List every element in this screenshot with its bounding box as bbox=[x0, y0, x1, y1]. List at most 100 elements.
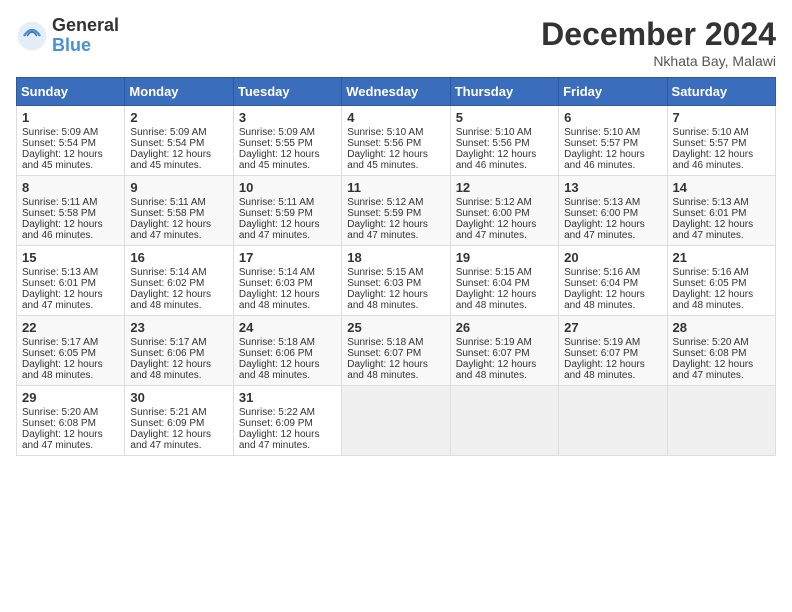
calendar-cell: 25Sunrise: 5:18 AMSunset: 6:07 PMDayligh… bbox=[342, 316, 450, 386]
calendar-week-4: 22Sunrise: 5:17 AMSunset: 6:05 PMDayligh… bbox=[17, 316, 776, 386]
day-info-line: Daylight: 12 hours bbox=[22, 429, 119, 440]
day-info-line: Sunrise: 5:15 AM bbox=[456, 267, 553, 278]
day-number: 2 bbox=[130, 110, 227, 125]
day-number: 16 bbox=[130, 250, 227, 265]
calendar-week-5: 29Sunrise: 5:20 AMSunset: 6:08 PMDayligh… bbox=[17, 386, 776, 456]
day-info-line: Daylight: 12 hours bbox=[347, 359, 444, 370]
day-info-line: Daylight: 12 hours bbox=[130, 429, 227, 440]
day-info-line: Sunset: 6:07 PM bbox=[456, 348, 553, 359]
day-info-line: and 46 minutes. bbox=[22, 230, 119, 241]
day-number: 6 bbox=[564, 110, 661, 125]
day-number: 20 bbox=[564, 250, 661, 265]
day-info-line: and 48 minutes. bbox=[239, 370, 336, 381]
day-info-line: Daylight: 12 hours bbox=[130, 359, 227, 370]
calendar-cell: 9Sunrise: 5:11 AMSunset: 5:58 PMDaylight… bbox=[125, 176, 233, 246]
calendar-cell: 16Sunrise: 5:14 AMSunset: 6:02 PMDayligh… bbox=[125, 246, 233, 316]
logo-general: General bbox=[52, 16, 119, 36]
day-info-line: Sunrise: 5:10 AM bbox=[456, 127, 553, 138]
day-info-line: and 47 minutes. bbox=[673, 370, 770, 381]
day-number: 23 bbox=[130, 320, 227, 335]
day-number: 13 bbox=[564, 180, 661, 195]
day-info-line: and 48 minutes. bbox=[456, 370, 553, 381]
day-info-line: Sunrise: 5:14 AM bbox=[130, 267, 227, 278]
day-info-line: Sunset: 6:06 PM bbox=[130, 348, 227, 359]
day-info-line: and 48 minutes. bbox=[456, 300, 553, 311]
day-number: 26 bbox=[456, 320, 553, 335]
day-info-line: Sunset: 5:58 PM bbox=[22, 208, 119, 219]
day-info-line: and 47 minutes. bbox=[347, 230, 444, 241]
day-info-line: Sunrise: 5:12 AM bbox=[347, 197, 444, 208]
calendar-cell bbox=[667, 386, 775, 456]
day-info-line: Sunset: 6:01 PM bbox=[22, 278, 119, 289]
day-info-line: Sunset: 5:59 PM bbox=[239, 208, 336, 219]
calendar-cell: 13Sunrise: 5:13 AMSunset: 6:00 PMDayligh… bbox=[559, 176, 667, 246]
day-info-line: Sunset: 6:04 PM bbox=[456, 278, 553, 289]
calendar-cell: 28Sunrise: 5:20 AMSunset: 6:08 PMDayligh… bbox=[667, 316, 775, 386]
day-info-line: Sunrise: 5:09 AM bbox=[130, 127, 227, 138]
calendar-cell: 26 Sunrise: 5:19 AMSunset: 6:07 PMDayligh… bbox=[450, 316, 558, 386]
day-info-line: Daylight: 12 hours bbox=[456, 359, 553, 370]
day-info-line: and 47 minutes. bbox=[673, 230, 770, 241]
header-saturday: Saturday bbox=[667, 78, 775, 106]
calendar-cell: 22Sunrise: 5:17 AMSunset: 6:05 PMDayligh… bbox=[17, 316, 125, 386]
day-info-line: Sunrise: 5:17 AM bbox=[130, 337, 227, 348]
day-info-line: Sunrise: 5:14 AM bbox=[239, 267, 336, 278]
day-info-line: and 48 minutes. bbox=[347, 300, 444, 311]
calendar-cell: 27Sunrise: 5:19 AMSunset: 6:07 PMDayligh… bbox=[559, 316, 667, 386]
calendar-cell bbox=[342, 386, 450, 456]
day-info-line: and 48 minutes. bbox=[564, 370, 661, 381]
day-info-line: and 48 minutes. bbox=[347, 370, 444, 381]
day-number: 19 bbox=[456, 250, 553, 265]
day-info-line: Daylight: 12 hours bbox=[456, 219, 553, 230]
day-info-line: Sunrise: 5:20 AM bbox=[22, 407, 119, 418]
header-sunday: Sunday bbox=[17, 78, 125, 106]
day-number: 7 bbox=[673, 110, 770, 125]
day-info-line: Daylight: 12 hours bbox=[239, 429, 336, 440]
day-info-line: and 48 minutes. bbox=[564, 300, 661, 311]
day-info-line: and 48 minutes. bbox=[673, 300, 770, 311]
day-number: 22 bbox=[22, 320, 119, 335]
day-info-line: Sunrise: 5:09 AM bbox=[239, 127, 336, 138]
day-info-line: Sunrise: 5:09 AM bbox=[22, 127, 119, 138]
day-info-line: Daylight: 12 hours bbox=[239, 219, 336, 230]
day-info-line: Sunrise: 5:13 AM bbox=[564, 197, 661, 208]
day-info-line: Sunset: 6:00 PM bbox=[456, 208, 553, 219]
calendar-week-1: 1Sunrise: 5:09 AMSunset: 5:54 PMDaylight… bbox=[17, 106, 776, 176]
calendar-cell: 19Sunrise: 5:15 AMSunset: 6:04 PMDayligh… bbox=[450, 246, 558, 316]
day-info-line: and 47 minutes. bbox=[239, 440, 336, 451]
day-info-line: Daylight: 12 hours bbox=[456, 149, 553, 160]
day-info-line: and 47 minutes. bbox=[130, 440, 227, 451]
day-info-line: Sunrise: 5:11 AM bbox=[22, 197, 119, 208]
header-monday: Monday bbox=[125, 78, 233, 106]
day-info-line: Sunrise: 5:10 AM bbox=[673, 127, 770, 138]
day-info-line: Daylight: 12 hours bbox=[239, 289, 336, 300]
day-info-line: Daylight: 12 hours bbox=[130, 289, 227, 300]
logo-blue: Blue bbox=[52, 36, 119, 56]
day-number: 25 bbox=[347, 320, 444, 335]
day-number: 8 bbox=[22, 180, 119, 195]
location: Nkhata Bay, Malawi bbox=[541, 53, 776, 69]
header-thursday: Thursday bbox=[450, 78, 558, 106]
day-info-line: Daylight: 12 hours bbox=[564, 359, 661, 370]
day-number: 3 bbox=[239, 110, 336, 125]
day-number: 27 bbox=[564, 320, 661, 335]
day-info-line: Sunset: 5:54 PM bbox=[22, 138, 119, 149]
day-info-line: Sunrise: 5:19 AM bbox=[456, 337, 553, 348]
day-number: 18 bbox=[347, 250, 444, 265]
day-info-line: Sunrise: 5:18 AM bbox=[347, 337, 444, 348]
day-number: 24 bbox=[239, 320, 336, 335]
day-info-line: Sunset: 6:06 PM bbox=[239, 348, 336, 359]
header-friday: Friday bbox=[559, 78, 667, 106]
day-info-line: Sunset: 6:01 PM bbox=[673, 208, 770, 219]
day-info-line: Sunset: 6:03 PM bbox=[239, 278, 336, 289]
calendar-cell: 5Sunrise: 5:10 AMSunset: 5:56 PMDaylight… bbox=[450, 106, 558, 176]
day-info-line: and 47 minutes. bbox=[239, 230, 336, 241]
day-info-line: Sunrise: 5:10 AM bbox=[564, 127, 661, 138]
day-info-line: Sunset: 6:04 PM bbox=[564, 278, 661, 289]
calendar-cell: 30Sunrise: 5:21 AMSunset: 6:09 PMDayligh… bbox=[125, 386, 233, 456]
day-info-line: and 45 minutes. bbox=[347, 160, 444, 171]
day-info-line: and 48 minutes. bbox=[130, 300, 227, 311]
calendar-cell: 15Sunrise: 5:13 AMSunset: 6:01 PMDayligh… bbox=[17, 246, 125, 316]
day-info-line: Daylight: 12 hours bbox=[347, 149, 444, 160]
calendar-cell bbox=[450, 386, 558, 456]
